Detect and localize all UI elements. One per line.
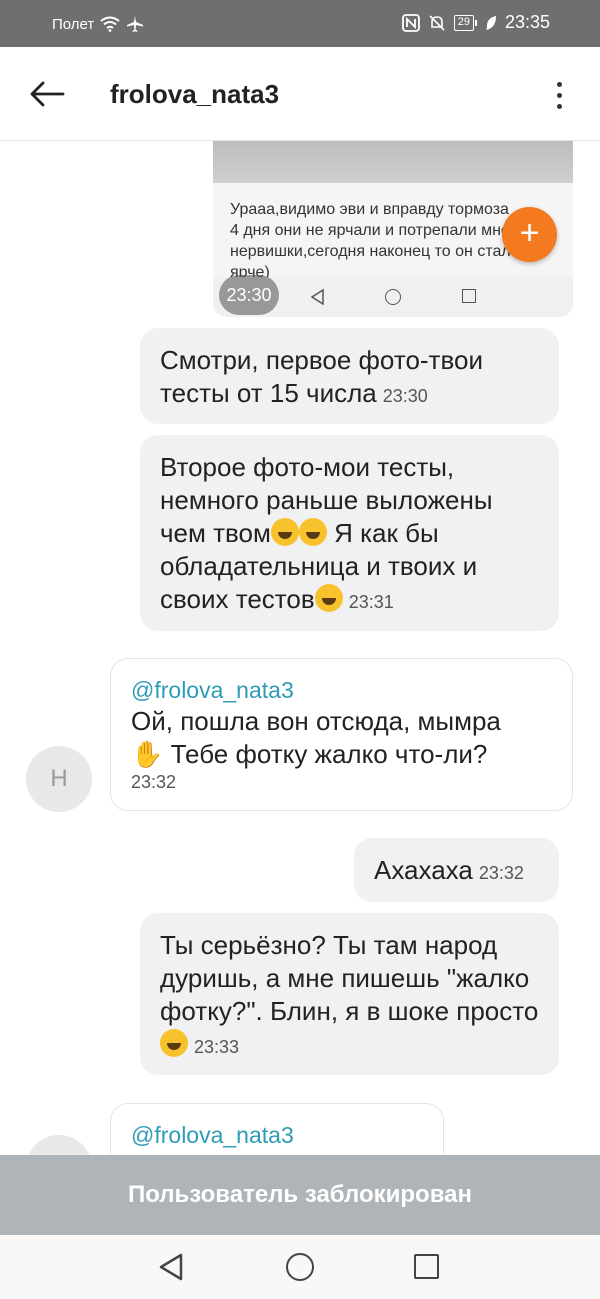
message-text: Ты серьёзно? Ты там народ дуришь, а мне … — [160, 930, 539, 1026]
message-time: 23:32 — [131, 772, 177, 792]
message-bubble-incoming[interactable]: @frolova_nata3 — [110, 1103, 444, 1155]
more-options-button[interactable] — [545, 75, 573, 115]
message-time: 23:32 — [478, 863, 524, 883]
nav-home-icon[interactable] — [286, 1253, 314, 1281]
message-text: Ой, пошла вон отсюда, мымра — [131, 706, 501, 736]
message-text: Смотри, первое фото-твои тесты от 15 чис… — [160, 345, 483, 408]
status-left: Полет — [52, 15, 144, 33]
back-button[interactable] — [26, 73, 68, 115]
airplane-icon — [126, 15, 144, 33]
hand-over-mouth-emoji-icon — [314, 584, 343, 612]
chat-area[interactable]: Урааа,видимо эви и вправду тормоза 4 дня… — [0, 141, 600, 1155]
message-time: 23:31 — [348, 592, 394, 612]
attachment-time: 23:30 — [219, 275, 279, 315]
page-title: frolova_nata3 — [110, 79, 280, 109]
message-bubble-outgoing[interactable]: Смотри, первое фото-твои тесты от 15 чис… — [140, 328, 559, 424]
nav-recent-apps-icon[interactable] — [414, 1254, 439, 1279]
tears-of-joy-emoji-icon — [298, 518, 327, 546]
raised-hand-emoji-icon: ✋ — [131, 739, 164, 769]
system-navigation-bar — [0, 1235, 600, 1299]
laughing-emoji-icon — [270, 518, 299, 546]
mute-icon — [428, 14, 446, 32]
battery-level: 29 — [453, 14, 474, 31]
add-fab-button: + — [502, 207, 557, 262]
chat-header: frolova_nata3 — [0, 47, 600, 141]
nfc-icon — [401, 13, 420, 32]
more-vertical-icon — [556, 81, 562, 87]
avatar[interactable]: Н — [26, 746, 92, 812]
nav-back-icon[interactable] — [157, 1252, 185, 1282]
blocked-banner: Пользователь заблокирован — [0, 1155, 600, 1235]
circle-home-icon — [385, 289, 401, 305]
leaf-icon — [485, 15, 497, 31]
triangle-back-icon — [310, 288, 324, 306]
status-right: 29 23:35 — [401, 12, 550, 33]
carrier-label: Полет — [52, 15, 95, 33]
avatar[interactable] — [26, 1135, 92, 1155]
status-bar: Полет 29 23:35 — [0, 0, 600, 47]
message-bubble-outgoing[interactable]: Ты серьёзно? Ты там народ дуришь, а мне … — [140, 913, 559, 1075]
message-time: 23:33 — [194, 1037, 240, 1057]
attachment-photo — [213, 141, 573, 183]
status-time: 23:35 — [504, 12, 550, 32]
battery-icon: 29 — [453, 14, 477, 31]
tears-of-joy-emoji-icon — [160, 1029, 188, 1057]
mention-link[interactable]: @frolova_nata3 — [131, 1120, 423, 1150]
attachment-text: Урааа,видимо эви и вправду тормоза 4 дня… — [230, 201, 511, 279]
wifi-icon — [100, 16, 120, 32]
square-recent-icon — [462, 289, 476, 303]
message-text-block: Ой, пошла вон отсюда, мымра ✋ Тебе фотку … — [131, 705, 552, 771]
arrow-left-icon — [30, 81, 65, 107]
message-bubble-outgoing[interactable]: Второе фото-мои тесты, немного раньше вы… — [140, 435, 559, 631]
message-bubble-incoming[interactable]: @frolova_nata3 Ой, пошла вон отсюда, мым… — [110, 658, 573, 811]
mention-link[interactable]: @frolova_nata3 — [131, 675, 552, 705]
message-text-cont: Тебе фотку жалко что-ли? — [163, 739, 488, 769]
message-time: 23:30 — [382, 386, 428, 406]
message-bubble-outgoing[interactable]: Ахахаха 23:32 — [354, 838, 559, 902]
message-text: Ахахаха — [374, 855, 473, 885]
